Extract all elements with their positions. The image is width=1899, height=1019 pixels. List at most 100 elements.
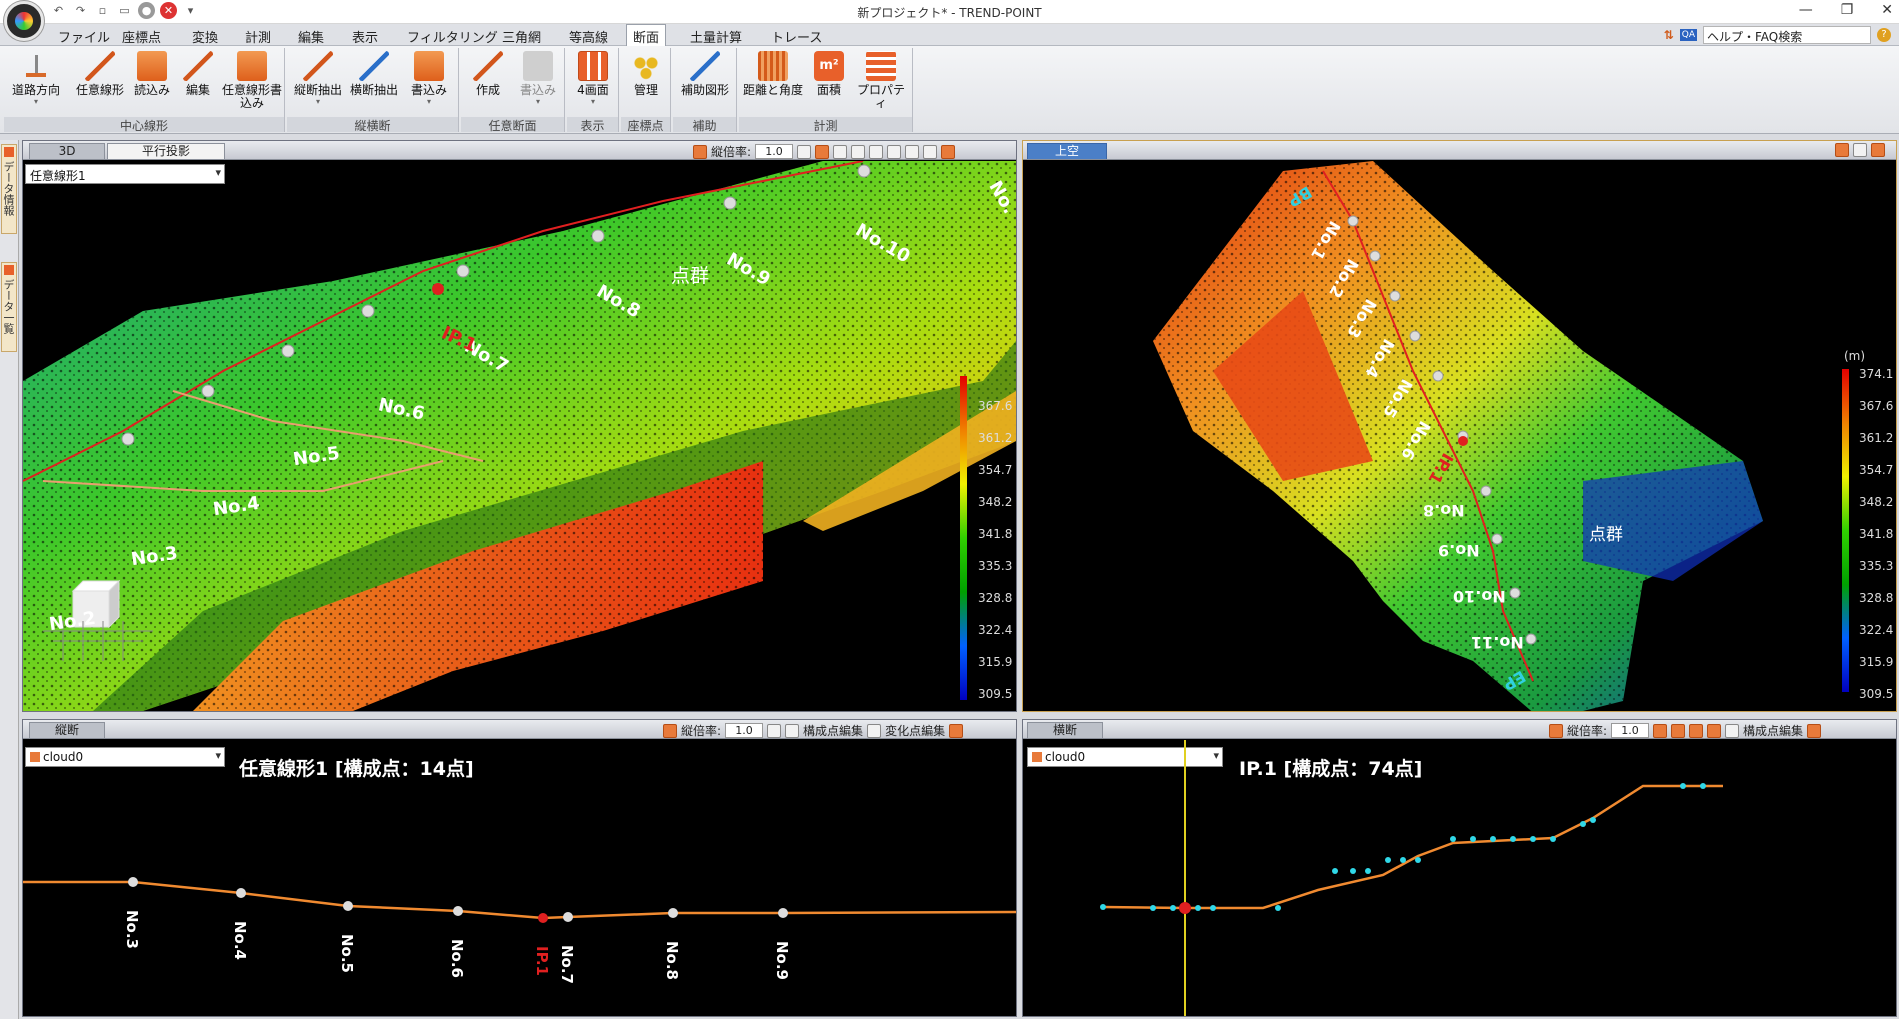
next-icon[interactable]	[1689, 723, 1704, 738]
menu-edit[interactable]: 編集	[298, 27, 324, 46]
sort-icon[interactable]: ⇅	[1664, 28, 1674, 42]
station-label: No.6	[448, 939, 466, 978]
app-logo[interactable]	[4, 1, 44, 41]
create-section-button[interactable]: 作成	[465, 51, 511, 97]
first-icon[interactable]	[1653, 723, 1668, 738]
tab-longitudinal[interactable]: 縦断	[29, 722, 105, 738]
group-label-center-line: 中心線形	[4, 117, 284, 133]
menu-section[interactable]: 断面	[626, 24, 667, 47]
pane-cross-header: 横断 縦倍率: 1.0 構成点編集	[1023, 720, 1896, 739]
colorbar-label: 335.3	[1859, 559, 1894, 573]
profile-points	[128, 877, 788, 922]
filter-icon[interactable]	[1835, 143, 1849, 157]
colorbar-label: 367.6	[1859, 399, 1894, 413]
group-label-coordinates: 座標点	[621, 117, 670, 133]
auxiliary-shape-button[interactable]: 補助図形	[675, 51, 735, 97]
elevation-colorbar	[960, 376, 967, 700]
minimize-button[interactable]: —	[1799, 2, 1813, 18]
prev-icon[interactable]	[1671, 723, 1686, 738]
menu-contour[interactable]: 等高線	[569, 27, 608, 46]
edit-points-icon[interactable]	[785, 723, 800, 738]
profile-write-button[interactable]: 書込み ▾	[405, 51, 453, 106]
colorbar-label: 341.8	[978, 527, 1013, 541]
area-button[interactable]: m² 面積	[809, 51, 849, 97]
pane-longitudinal: 縦断 縦倍率: 1.0 構成点編集 変化点編集 cloud0 任意線形1 [構成…	[22, 719, 1017, 1017]
qa-icon[interactable]: QA	[1679, 29, 1697, 41]
view-back-icon[interactable]	[833, 144, 848, 159]
group-auxiliary: 補助図形 補助	[673, 48, 737, 133]
edit-change-points-button[interactable]: 変化点編集	[885, 722, 945, 739]
scale-input[interactable]: 1.0	[1611, 723, 1650, 738]
four-view-button[interactable]: 4画面 ▾	[571, 51, 615, 106]
properties-button[interactable]: プロパティ	[853, 51, 909, 110]
view-bottom-icon[interactable]	[905, 144, 920, 159]
data-info-tab[interactable]: データ情報	[1, 144, 17, 234]
help-search-input[interactable]: ヘルプ・FAQ検索	[1703, 26, 1871, 44]
pane-cross-tools: 縦倍率: 1.0 構成点編集	[1549, 722, 1822, 739]
scale-input[interactable]: 1.0	[725, 723, 764, 738]
point-cloud-top-view[interactable]	[1023, 161, 1896, 711]
read-button[interactable]: 読込み	[130, 51, 174, 97]
longitudinal-extract-button[interactable]: 縦断抽出 ▾	[291, 51, 345, 106]
view-iso-icon[interactable]	[923, 144, 938, 159]
menu-view[interactable]: 表示	[352, 27, 378, 46]
scale-icon[interactable]	[693, 144, 707, 159]
help-icon[interactable]: ?	[1877, 28, 1891, 42]
maximize-button[interactable]: ❐	[1841, 2, 1854, 18]
auxiliary-shape-icon	[690, 51, 720, 81]
view-top-icon[interactable]	[887, 144, 902, 159]
menu-transform[interactable]: 変換	[192, 27, 218, 46]
arbitrary-line-label: 任意線形	[75, 83, 124, 97]
home-icon[interactable]	[1853, 143, 1867, 157]
arbitrary-line-button[interactable]: 任意線形	[72, 51, 128, 97]
colorbar-label: 354.7	[1859, 463, 1894, 477]
edit-points-button[interactable]: 構成点編集	[803, 722, 863, 739]
edit-change-points-icon[interactable]	[867, 723, 882, 738]
cross-extract-button[interactable]: 横断抽出	[347, 51, 401, 97]
view-left-icon[interactable]	[851, 144, 866, 159]
scale-icon[interactable]	[663, 723, 677, 738]
pane-long-tools: 縦倍率: 1.0 構成点編集 変化点編集	[663, 722, 964, 739]
settings-icon[interactable]	[1871, 143, 1885, 157]
menu-trace[interactable]: トレース	[771, 27, 822, 46]
menu-measure[interactable]: 計測	[245, 27, 271, 46]
tab-3d[interactable]: 3D	[29, 143, 105, 159]
distance-angle-button[interactable]: 距離と角度	[741, 51, 805, 97]
settings-icon[interactable]	[1807, 723, 1822, 738]
colorbar-label: 322.4	[978, 623, 1013, 637]
tab-parallel-projection[interactable]: 平行投影	[107, 143, 225, 159]
menu-coordinates[interactable]: 座標点	[122, 27, 161, 46]
tab-cross-section[interactable]: 横断	[1027, 722, 1103, 738]
edit-points-button[interactable]: 構成点編集	[1743, 722, 1803, 739]
home-icon[interactable]	[797, 144, 812, 159]
last-icon[interactable]	[1707, 723, 1722, 738]
section-write-button[interactable]: 書込み ▾	[515, 51, 561, 106]
group-coordinates: 管理 座標点	[621, 48, 671, 133]
road-direction-button[interactable]: 道路方向 ▾	[8, 51, 64, 106]
settings-icon[interactable]	[949, 723, 964, 738]
pane-top-tools	[1835, 143, 1885, 157]
view-front-icon[interactable]	[815, 144, 830, 159]
view-right-icon[interactable]	[869, 144, 884, 159]
menu-tin[interactable]: 三角網	[502, 27, 541, 46]
edit-points-icon[interactable]	[1725, 723, 1740, 738]
edit-line-button[interactable]: 編集	[178, 51, 218, 97]
menu-file[interactable]: ファイル	[58, 27, 110, 46]
write-arbitrary-line-button[interactable]: 任意線形書込み	[222, 51, 282, 110]
longitudinal-extract-icon	[303, 51, 333, 81]
pane-long-header: 縦断 縦倍率: 1.0 構成点編集 変化点編集	[23, 720, 1016, 739]
close-button[interactable]: ✕	[1881, 2, 1893, 18]
tab-top-view[interactable]: 上空	[1027, 143, 1107, 159]
manage-points-button[interactable]: 管理	[625, 51, 667, 97]
data-list-tab[interactable]: データ一覧	[1, 262, 17, 352]
cross-section-plot[interactable]	[1023, 740, 1896, 1016]
settings-icon[interactable]	[941, 144, 956, 159]
menu-filtering[interactable]: フィルタリング	[407, 27, 498, 46]
home-icon[interactable]	[767, 723, 782, 738]
menu-earthwork[interactable]: 土量計算	[690, 27, 742, 46]
scale-input[interactable]: 1.0	[755, 144, 794, 159]
colorbar-label: 361.2	[1859, 431, 1894, 445]
title-bar: ↶ ↷ ▫ ▭ ● ✕ ▾ 新プロジェクト* - TREND-POINT — ❐…	[0, 0, 1899, 41]
scale-icon[interactable]	[1549, 723, 1563, 738]
longitudinal-profile-plot[interactable]	[23, 740, 1016, 1016]
